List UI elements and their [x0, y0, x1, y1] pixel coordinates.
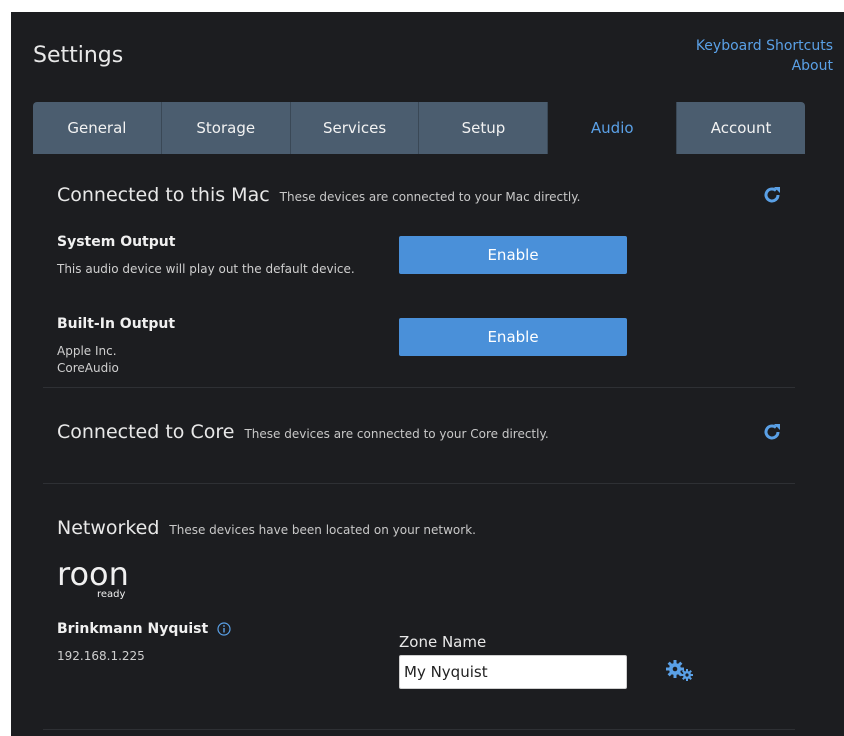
tab-storage[interactable]: Storage	[162, 102, 291, 154]
refresh-icon[interactable]	[763, 186, 781, 204]
section-mac: Connected to this Mac These devices are …	[43, 154, 795, 388]
tab-account[interactable]: Account	[677, 102, 805, 154]
enable-built-in-output-button[interactable]: Enable	[399, 318, 627, 356]
tab-audio[interactable]: Audio	[548, 102, 678, 154]
tab-services[interactable]: Services	[291, 102, 420, 154]
device-desc-system-output: This audio device will play out the defa…	[57, 262, 355, 276]
tab-setup[interactable]: Setup	[419, 102, 549, 154]
tab-bar: General Storage Services Setup Audio Acc…	[33, 102, 805, 154]
info-icon[interactable]	[217, 622, 231, 636]
device-name-built-in-output: Built-In Output	[57, 316, 176, 332]
device-name-system-output: System Output	[57, 234, 176, 250]
section-core-subtitle: These devices are connected to your Core…	[244, 427, 549, 441]
about-link[interactable]: About	[696, 56, 833, 76]
device-name-nyquist-text: Brinkmann Nyquist	[57, 621, 209, 637]
section-core-title: Connected to Core	[57, 421, 235, 443]
tab-general[interactable]: General	[33, 102, 162, 154]
roon-ready-logo: roon ready	[57, 557, 129, 600]
device-vendor-built-in-output: Apple Inc.	[57, 344, 117, 358]
section-networked-title: Networked	[57, 517, 160, 539]
device-ip-nyquist: 192.168.1.225	[57, 649, 145, 663]
section-core: Connected to Core These devices are conn…	[43, 387, 795, 484]
device-name-nyquist: Brinkmann Nyquist	[57, 621, 231, 637]
section-networked-subtitle: These devices have been located on your …	[169, 523, 476, 537]
section-networked-header: Networked These devices have been locate…	[57, 517, 476, 539]
page-title: Settings	[33, 43, 124, 68]
section-mac-title: Connected to this Mac	[57, 184, 270, 206]
section-mac-subtitle: These devices are connected to your Mac …	[279, 190, 581, 204]
keyboard-shortcuts-link[interactable]: Keyboard Shortcuts	[696, 36, 833, 56]
gear-icon[interactable]	[665, 659, 695, 683]
settings-window: Settings Keyboard Shortcuts About Genera…	[11, 12, 844, 736]
audio-panel: Connected to this Mac These devices are …	[33, 154, 805, 736]
roon-logo-text: roon	[57, 557, 129, 593]
refresh-icon[interactable]	[763, 423, 781, 441]
enable-system-output-button[interactable]: Enable	[399, 236, 627, 274]
zone-name-label: Zone Name	[399, 633, 487, 651]
section-core-header: Connected to Core These devices are conn…	[57, 421, 549, 443]
section-networked: Networked These devices have been locate…	[43, 483, 795, 730]
zone-name-input[interactable]	[399, 655, 627, 689]
section-mac-header: Connected to this Mac These devices are …	[57, 184, 580, 206]
device-driver-built-in-output: CoreAudio	[57, 361, 119, 375]
roon-logo-subtext: ready	[97, 589, 126, 600]
top-links: Keyboard Shortcuts About	[696, 36, 833, 76]
